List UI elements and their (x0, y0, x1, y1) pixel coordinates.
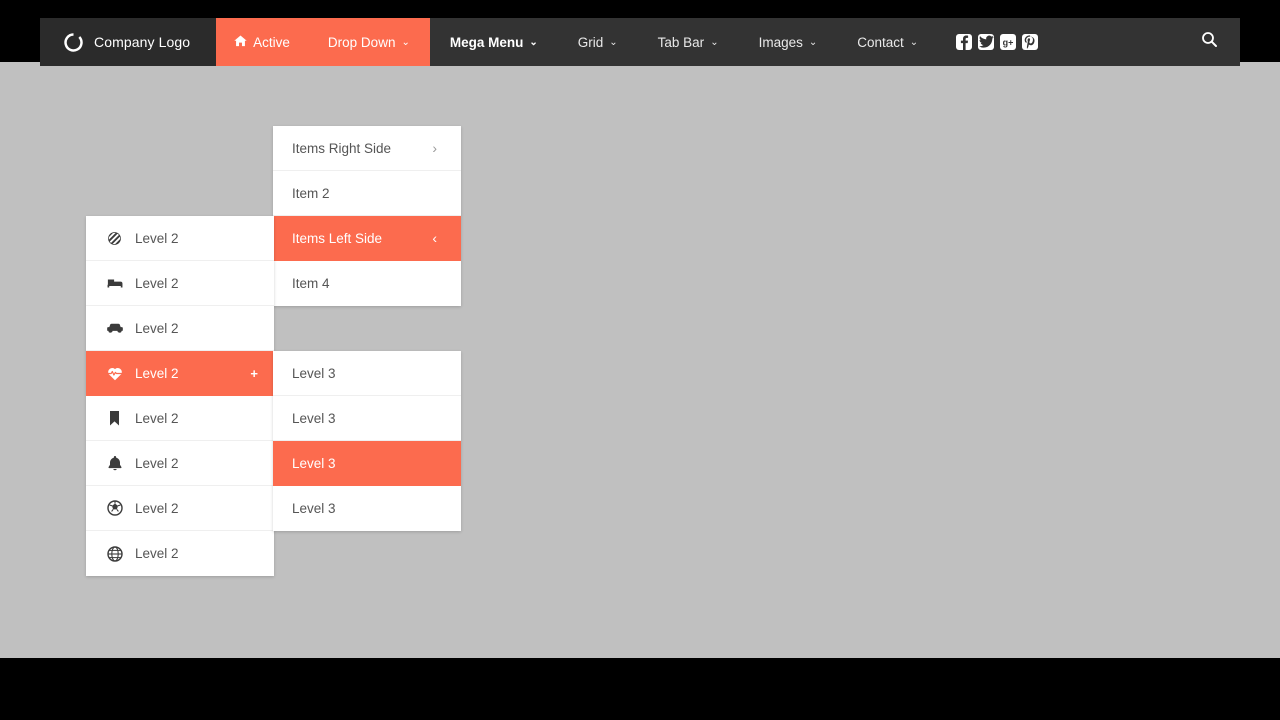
level2-item-3[interactable]: Level 2 (86, 306, 274, 351)
menu-item-label: Item 4 (292, 276, 330, 291)
chevron-right-icon: › (432, 140, 437, 156)
level2-item-8[interactable]: Level 2 (86, 531, 274, 576)
nav-item-mega-menu[interactable]: Mega Menu ⌄ (430, 18, 558, 66)
nav-item-active-label: Active (253, 34, 290, 50)
bell-icon (106, 455, 123, 471)
twitter-icon[interactable] (978, 34, 995, 50)
menu-item-item-4[interactable]: Item 4 (273, 261, 461, 306)
level2-item-label: Level 2 (135, 230, 179, 246)
menu-item-label: Items Left Side (292, 230, 383, 246)
nav-item-tab-bar[interactable]: Tab Bar ⌄ (638, 18, 739, 66)
level2-item-label: Level 2 (135, 275, 179, 291)
navbar-spacer (1052, 18, 1191, 66)
bookmark-icon (106, 410, 123, 426)
level2-item-label: Level 2 (135, 320, 179, 336)
level2-item-5[interactable]: Level 2 (86, 396, 274, 441)
svg-text:g+: g+ (1003, 38, 1014, 48)
level2-item-label: Level 2 (135, 365, 179, 381)
level3-item-2[interactable]: Level 3 (273, 396, 461, 441)
social-links: g+ (938, 18, 1052, 66)
dropdown-menu-dropdown: Items Right Side › Item 2 Items Left Sid… (273, 126, 461, 306)
soccer-ball-icon (106, 500, 123, 516)
level2-item-4[interactable]: Level 2 + (86, 351, 274, 396)
nav-item-active[interactable]: Active (216, 18, 308, 66)
nav-item-drop-down-label: Drop Down (327, 34, 396, 50)
nav-item-contact[interactable]: Contact ⌄ (837, 18, 938, 66)
nav-item-mega-menu-label: Mega Menu (449, 34, 524, 50)
brand-logo[interactable]: Company Logo (40, 18, 217, 66)
brand-label: Company Logo (94, 34, 191, 50)
beer-icon (106, 231, 123, 246)
chevron-down-icon: ⌄ (401, 37, 410, 48)
nav-item-grid[interactable]: Grid ⌄ (558, 18, 638, 66)
globe-icon (106, 545, 123, 562)
level2-item-label: Level 2 (135, 410, 179, 426)
level2-item-label: Level 2 (135, 455, 179, 471)
home-icon (234, 35, 247, 49)
nav-item-drop-down[interactable]: Drop Down ⌄ (307, 18, 430, 66)
chevron-down-icon: ⌄ (710, 37, 719, 48)
nav-item-images[interactable]: Images ⌄ (739, 18, 838, 66)
level2-item-label: Level 2 (135, 500, 179, 516)
menu-item-label: Items Right Side (292, 140, 392, 156)
nav-item-grid-label: Grid (577, 34, 604, 50)
navbar: Company Logo Active Drop Down ⌄ Mega Men… (40, 18, 1240, 66)
chevron-down-icon: ⌄ (808, 37, 818, 48)
menu-item-item-2[interactable]: Item 2 (273, 171, 461, 216)
dropdown-menu-level-2: Level 2 Level 2 Level 2 Level 2 + Level … (86, 216, 274, 576)
dropdown-menu-level-3: Level 3 Level 3 Level 3 Level 3 (273, 351, 461, 531)
level3-item-label: Level 3 (292, 365, 336, 381)
car-icon (106, 321, 123, 335)
chevron-down-icon: ⌄ (909, 37, 919, 48)
level3-item-4[interactable]: Level 3 (273, 486, 461, 531)
facebook-icon[interactable] (956, 34, 973, 50)
search-button[interactable] (1191, 18, 1240, 66)
nav-item-images-label: Images (758, 34, 803, 50)
pinterest-icon[interactable] (1022, 34, 1039, 50)
google-plus-icon[interactable]: g+ (1000, 34, 1017, 50)
chevron-down-icon: ⌄ (529, 37, 538, 48)
circle-notch-icon (64, 32, 83, 52)
level2-item-7[interactable]: Level 2 (86, 486, 274, 531)
level3-item-3[interactable]: Level 3 (273, 441, 461, 486)
menu-item-items-left-side[interactable]: Items Left Side ‹ (273, 216, 461, 261)
bed-icon (106, 276, 123, 290)
level3-item-1[interactable]: Level 3 (273, 351, 461, 396)
letterbox-bottom (0, 658, 1280, 720)
heartbeat-icon (106, 366, 123, 381)
level2-item-2[interactable]: Level 2 (86, 261, 274, 306)
nav-item-contact-label: Contact (857, 34, 904, 50)
search-icon (1201, 31, 1218, 53)
chevron-left-icon: ‹ (432, 230, 437, 246)
menu-item-items-right-side[interactable]: Items Right Side › (273, 126, 461, 171)
level2-item-label: Level 2 (135, 546, 179, 561)
level2-item-6[interactable]: Level 2 (86, 441, 274, 486)
chevron-down-icon: ⌄ (609, 37, 618, 48)
menu-item-label: Item 2 (292, 185, 330, 201)
level2-item-1[interactable]: Level 2 (86, 216, 274, 261)
level3-item-label: Level 3 (292, 410, 336, 426)
level3-item-label: Level 3 (292, 455, 336, 471)
nav-item-tab-bar-label: Tab Bar (657, 34, 705, 50)
level3-item-label: Level 3 (292, 501, 336, 516)
plus-icon: + (250, 365, 258, 381)
